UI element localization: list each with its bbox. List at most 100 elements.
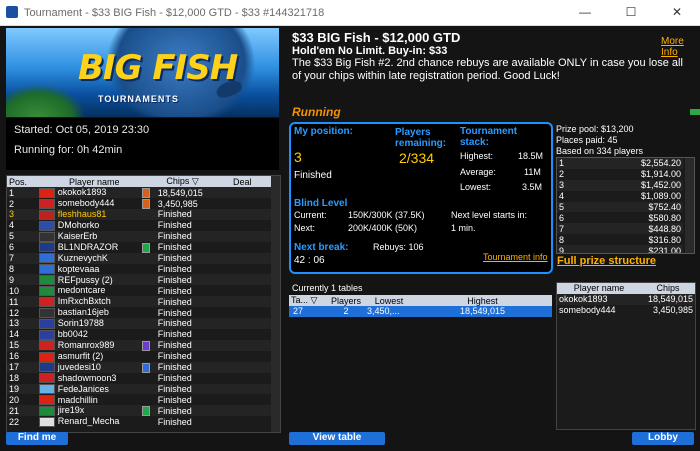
players-scrollbar[interactable]: [271, 176, 280, 432]
prize-table[interactable]: 1 $2,554.20 2 $1,914.00 3 $1,452.00 4 $1,089.00…: [556, 157, 695, 254]
player-row[interactable]: 22 Renard_Mecha Finished: [7, 416, 271, 428]
player-row[interactable]: 8 koptevaaa Finished: [7, 263, 271, 275]
player-name-cell: koptevaaa: [36, 263, 152, 275]
tournament-info-link[interactable]: Tournament info: [483, 252, 548, 262]
player-name-cell: KuznevychK: [36, 252, 152, 264]
col-tp-player-name[interactable]: Player name: [557, 283, 641, 294]
player-row[interactable]: 11 ImRxchBxtch Finished: [7, 296, 271, 308]
player-name: bb0042: [57, 329, 88, 340]
next-level-value: 1 min.: [451, 223, 476, 233]
col-tp-chips[interactable]: Chips: [641, 283, 695, 294]
player-chips: Finished: [151, 339, 214, 351]
player-position: 5: [7, 230, 37, 242]
prize-scrollbar[interactable]: [685, 158, 694, 253]
col-deal[interactable]: Deal: [213, 176, 271, 187]
window-title-bar[interactable]: Tournament - $33 BIG Fish - $12,000 GTD …: [0, 0, 700, 26]
player-name: jire19x: [57, 405, 85, 416]
table-row[interactable]: 27 2 3,450,... 18,549,015: [289, 306, 552, 317]
player-chips: Finished: [151, 383, 214, 395]
col-player-name[interactable]: Player name: [37, 176, 152, 187]
player-row[interactable]: 18 shadowmoon3 Finished: [7, 372, 271, 384]
player-chips: Finished: [151, 252, 214, 264]
player-row[interactable]: 10 medontcare Finished: [7, 285, 271, 297]
country-flag-icon: [38, 329, 55, 340]
country-flag-icon: [38, 220, 55, 231]
player-row[interactable]: 3 fleshhaus81 Finished: [7, 209, 271, 220]
table-player-row[interactable]: somebody444 3,450,985: [557, 304, 695, 316]
prize-amount: $580.80: [591, 212, 683, 224]
player-row[interactable]: 15 Romanrox989 Finished: [7, 339, 271, 351]
col-table[interactable]: Ta... ▽: [289, 295, 327, 306]
player-name: Renard_Mecha: [57, 416, 120, 427]
tournament-stack-label: Tournament stack:: [460, 126, 518, 148]
player-row[interactable]: 4 DMohorko Finished: [7, 219, 271, 231]
more-info-link[interactable]: More Info: [661, 36, 700, 58]
player-position: 18: [7, 372, 37, 384]
next-blind-label: Next:: [294, 223, 316, 233]
col-lowest[interactable]: Lowest: [365, 295, 413, 306]
player-row[interactable]: 16 asmurfit (2) Finished: [7, 350, 271, 362]
player-position: 11: [7, 296, 37, 308]
player-name-cell: ImRxchBxtch: [36, 296, 152, 308]
player-row[interactable]: 9 REFpussy (2) Finished: [7, 274, 271, 286]
col-pos[interactable]: Pos.: [7, 176, 37, 187]
player-chips: Finished: [151, 219, 214, 231]
player-row[interactable]: 14 bb0042 Finished: [7, 328, 271, 340]
player-row[interactable]: 2 somebody444 3,450,985: [7, 198, 271, 209]
col-chips[interactable]: Chips ▽: [152, 176, 214, 187]
players-list[interactable]: Pos. Player name Chips ▽ Deal 1 okokok189…: [6, 175, 281, 433]
player-row[interactable]: 5 KaiserErb Finished: [7, 230, 271, 242]
next-break-value: 42 : 06: [294, 255, 325, 266]
player-row[interactable]: 12 bastian16jeb Finished: [7, 307, 271, 319]
player-deal: [213, 296, 271, 308]
tournament-description: The $33 Big Fish #2. 2nd chance rebuys a…: [292, 57, 683, 82]
player-name: koptevaaa: [57, 263, 100, 274]
player-name: medontcare: [57, 285, 106, 296]
player-position: 4: [7, 219, 37, 231]
table-player-row[interactable]: okokok1893 18,549,015: [557, 293, 695, 305]
player-position: 10: [7, 285, 37, 297]
player-row[interactable]: 17 juvedesi10 Finished: [7, 361, 271, 373]
col-players[interactable]: Players: [327, 295, 365, 306]
window-title: Tournament - $33 BIG Fish - $12,000 GTD …: [24, 7, 325, 19]
prize-amount: $2,554.20: [591, 158, 683, 169]
player-name-cell: REFpussy (2): [36, 274, 152, 286]
player-row[interactable]: 7 KuznevychK Finished: [7, 252, 271, 264]
player-position: 14: [7, 328, 37, 340]
player-row[interactable]: 19 FedeJanices Finished: [7, 383, 271, 395]
prize-row: 2 $1,914.00: [557, 168, 683, 180]
country-flag-icon: [38, 264, 55, 275]
close-button[interactable]: ✕: [654, 0, 700, 25]
player-badge-icon: [141, 340, 150, 351]
player-position: 2: [7, 198, 37, 209]
col-highest[interactable]: Highest: [413, 295, 552, 306]
view-table-button[interactable]: View table: [289, 432, 385, 445]
started-time: Started: Oct 05, 2019 23:30: [14, 124, 150, 136]
player-name: DMohorko: [57, 220, 100, 231]
player-row[interactable]: 13 Sorin19788 Finished: [7, 318, 271, 329]
player-deal: [213, 361, 271, 373]
player-name-cell: Sorin19788: [36, 318, 152, 329]
sort-arrow-icon: ▽: [310, 295, 318, 305]
player-chips: 18,549,015: [151, 187, 214, 198]
tournament-status: Running: [292, 105, 341, 119]
maximize-button[interactable]: ☐: [608, 0, 654, 25]
player-deal: [213, 405, 271, 417]
player-row[interactable]: 6 BL1NDRAZOR Finished: [7, 241, 271, 253]
table-number: 27: [293, 306, 304, 317]
player-name-cell: okokok1893: [36, 187, 152, 198]
player-row[interactable]: 21 jire19x Finished: [7, 405, 271, 417]
minimize-button[interactable]: —: [562, 0, 608, 25]
player-row[interactable]: 1 okokok1893 18,549,015: [7, 187, 271, 198]
lobby-button[interactable]: Lobby: [632, 432, 694, 445]
player-position: 3: [7, 209, 37, 220]
player-name-cell: juvedesi10: [36, 361, 152, 373]
player-deal: [213, 339, 271, 351]
player-chips: Finished: [151, 285, 214, 297]
player-deal: [213, 383, 271, 395]
player-row[interactable]: 20 madchillin Finished: [7, 394, 271, 406]
country-flag-icon: [38, 286, 55, 297]
tournament-time-info: Started: Oct 05, 2019 23:30 Running for:…: [6, 118, 279, 170]
full-prize-structure-link[interactable]: Full prize structure: [557, 255, 656, 267]
find-me-button[interactable]: Find me: [6, 432, 68, 445]
